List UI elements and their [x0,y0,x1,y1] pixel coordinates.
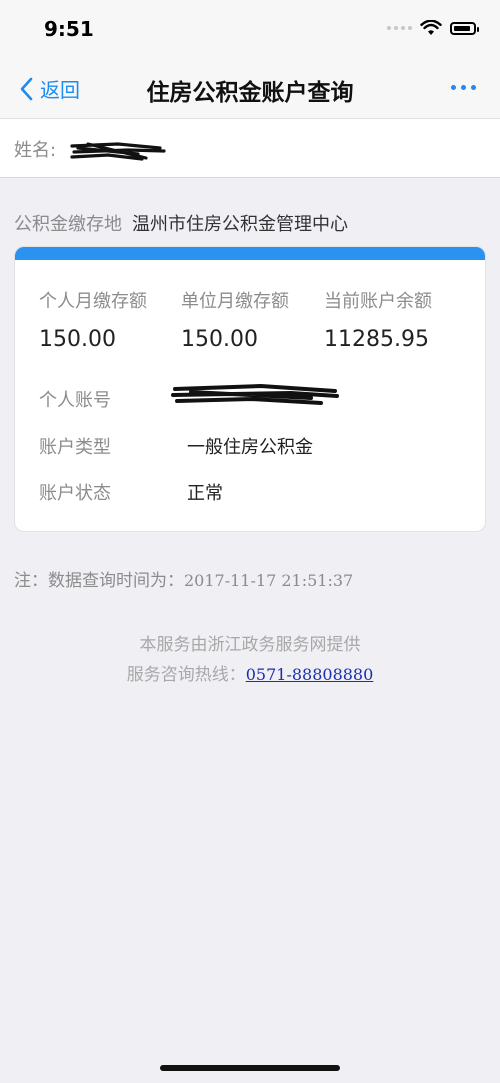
fund-location: 公积金缴存地 温州市住房公积金管理中心 [14,210,348,236]
wifi-icon [420,20,442,35]
account-number-redaction [171,383,339,405]
employer-monthly-deposit: 单位月缴存额 150.00 [181,287,289,352]
info-value: 一般住房公积金 [187,437,313,458]
service-provider-text: 本服务由浙江政务服务网提供 [139,635,361,655]
stat-value: 11285.95 [324,327,429,352]
info-label: 个人账号 [39,390,111,411]
name-redaction [70,142,166,161]
info-row-account-number: 个人账号 [39,386,187,412]
info-row-account-status: 账户状态 正常 [39,479,223,505]
fund-location-label: 公积金缴存地 [14,214,122,235]
info-value: 正常 [187,483,223,504]
fund-location-value: 温州市住房公积金管理中心 [132,214,348,235]
card-header-bar [15,247,485,260]
current-balance: 当前账户余额 11285.95 [324,287,432,352]
page-title: 住房公积金账户查询 [146,80,354,106]
hotline-label: 服务咨询热线： [126,665,246,685]
stat-label: 个人月缴存额 [39,291,147,312]
info-label: 账户类型 [39,437,111,458]
info-label: 账户状态 [39,483,111,504]
more-dot-icon [451,85,456,90]
hotline-row: 服务咨询热线：0571-88808880 [0,660,500,685]
battery-icon [450,21,479,35]
more-options-button[interactable] [451,85,476,90]
status-icons [387,20,479,36]
query-time-note: 注：数据查询时间为：2017-11-17 21:51:37 [14,566,353,591]
note-prefix: 注：数据查询时间为： [14,571,184,591]
name-label: 姓名: [14,140,57,161]
home-indicator[interactable] [160,1065,340,1071]
status-time: 9:51 [44,17,94,41]
stat-label: 单位月缴存额 [181,291,289,312]
info-row-account-type: 账户类型 一般住房公积金 [39,433,313,459]
more-dot-icon [461,85,466,90]
stat-value: 150.00 [181,327,258,352]
signal-icon [387,26,412,30]
stat-value: 150.00 [39,327,116,352]
hotline-link[interactable]: 0571-88808880 [246,665,374,684]
personal-monthly-deposit: 个人月缴存额 150.00 [39,287,147,352]
nav-bar: 返回 住房公积金账户查询 [0,60,500,119]
account-card: 个人月缴存额 150.00 单位月缴存额 150.00 当前账户余额 11285… [14,246,486,532]
status-bar: 9:51 [0,0,500,60]
stat-label: 当前账户余额 [324,291,432,312]
more-dot-icon [471,85,476,90]
note-time: 2017-11-17 21:51:37 [184,571,354,590]
